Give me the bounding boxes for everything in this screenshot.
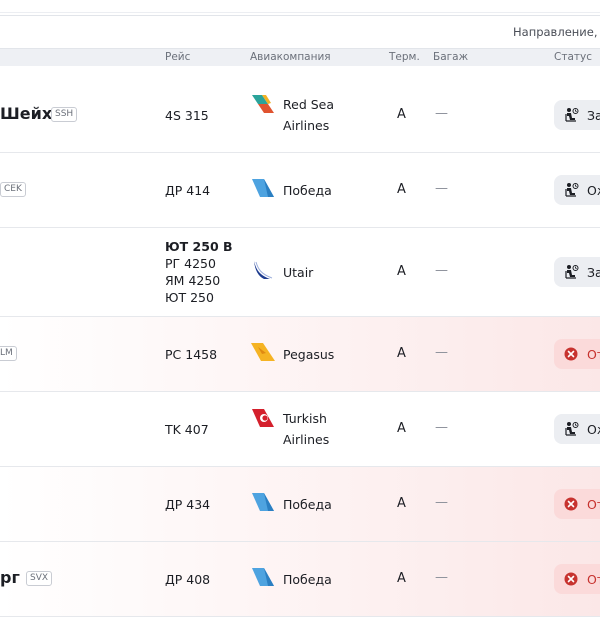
terminal: A	[397, 496, 406, 511]
status-label: За	[587, 107, 600, 123]
flight-number: ЯМ 4250	[165, 273, 221, 288]
flight-number: TK 407	[165, 421, 209, 437]
airline-name-line: Победа	[283, 182, 332, 198]
status-badge: Ож	[554, 175, 600, 205]
airline-name-line: Победа	[283, 571, 332, 587]
flight-numbers[interactable]: ДР 414	[165, 182, 210, 199]
status-badge: От	[554, 339, 600, 369]
status-label: Ож	[587, 421, 600, 437]
search-input[interactable]	[0, 15, 600, 49]
flight-numbers[interactable]: 4S 315	[165, 107, 209, 124]
flights-table: ШейхSSH 4S 315 Red Sea Airlines A — За CEK ДР 41…	[0, 78, 600, 617]
status-badge: Ож	[554, 414, 600, 444]
table-row[interactable]: TK 407 Turkish Airlines A — Ож	[0, 392, 600, 467]
cancel-circle-icon	[563, 346, 587, 362]
column-baggage: Багаж	[433, 51, 469, 63]
flight-numbers[interactable]: ЮТ 250 В РГ 4250 ЯМ 4250 ЮТ 250	[165, 238, 233, 306]
airline-name: Utair	[283, 262, 313, 283]
baggage: —	[435, 420, 448, 435]
table-row[interactable]: ШейхSSH 4S 315 Red Sea Airlines A — За	[0, 78, 600, 153]
airport-code-badge: SSH	[51, 107, 78, 122]
pegasus-logo	[250, 341, 276, 363]
status-badge: За	[554, 100, 600, 130]
airline-name-line: Airlines	[283, 432, 330, 447]
airline-name-line: Pegasus	[283, 346, 335, 362]
top-navigation	[0, 0, 600, 13]
airline-name: Победа	[283, 494, 332, 515]
terminal: A	[397, 182, 406, 197]
flight-number: ДР 414	[165, 182, 211, 198]
baggage: —	[435, 106, 448, 121]
flight-numbers[interactable]: PC 1458	[165, 346, 217, 363]
airline-name-line: Utair	[283, 264, 314, 280]
table-header: Рейс Авиакомпания Терм. Багаж Статус	[0, 49, 600, 66]
cancel-circle-icon	[563, 496, 587, 512]
terminal: A	[397, 107, 406, 122]
flight-numbers[interactable]: ДР 434	[165, 496, 210, 513]
table-row[interactable]: рг SVX ДР 408 Победа A — От	[0, 542, 600, 617]
turkish-airlines-logo	[250, 407, 276, 429]
flight-number: PC 1458	[165, 346, 218, 362]
status-label: От	[587, 346, 600, 362]
baggage: —	[435, 570, 448, 585]
status-label: Ож	[587, 182, 600, 198]
destination-city: Шейх	[0, 104, 53, 123]
table-row[interactable]: LM PC 1458 Pegasus A — От	[0, 317, 600, 392]
flight-numbers[interactable]: ДР 408	[165, 571, 210, 588]
terminal: A	[397, 421, 406, 436]
airport-code-badge: LM	[0, 346, 17, 361]
airline-name: Pegasus	[283, 344, 334, 365]
status-label: От	[587, 571, 600, 587]
table-row[interactable]: ДР 434 Победа A — От	[0, 467, 600, 542]
pobeda-logo	[250, 491, 276, 513]
flight-number: ЮТ 250	[165, 290, 214, 305]
terminal: A	[397, 571, 406, 586]
destination-city: рг	[0, 568, 20, 587]
airline-name-line: Turkish	[283, 411, 327, 426]
baggage: —	[435, 263, 448, 278]
waiting-passenger-icon	[563, 182, 587, 198]
waiting-passenger-icon	[563, 421, 587, 437]
status-badge: От	[554, 489, 600, 519]
table-row[interactable]: ЮТ 250 В РГ 4250 ЯМ 4250 ЮТ 250 Utair A — За	[0, 228, 600, 317]
column-terminal: Терм.	[389, 51, 420, 63]
search-placeholder: Направление, но	[513, 25, 600, 39]
pobeda-logo	[250, 177, 276, 199]
waiting-passenger-icon	[563, 107, 587, 123]
airline-name-line: Airlines	[283, 118, 330, 133]
terminal: A	[397, 264, 406, 279]
airline-name-line: Победа	[283, 496, 332, 512]
baggage: —	[435, 495, 448, 510]
baggage: —	[435, 345, 448, 360]
pobeda-logo	[250, 566, 276, 588]
flight-numbers[interactable]: TK 407	[165, 421, 209, 438]
red-sea-airlines-logo	[250, 93, 276, 115]
airport-code-badge: CEK	[0, 182, 26, 197]
column-flight: Рейс	[165, 51, 191, 63]
airport-code-badge: SVX	[26, 571, 53, 586]
status-badge: За	[554, 257, 600, 287]
status-label: От	[587, 496, 600, 512]
airline-name: Red Sea Airlines	[283, 94, 334, 136]
utair-logo	[250, 259, 276, 281]
airline-name: Победа	[283, 569, 332, 590]
baggage: —	[435, 181, 448, 196]
status-label: За	[587, 264, 600, 280]
flight-number: ДР 408	[165, 571, 211, 587]
column-status: Статус	[554, 51, 592, 63]
column-airline: Авиакомпания	[250, 51, 331, 63]
flight-number: ДР 434	[165, 496, 211, 512]
airline-name: Turkish Airlines	[283, 408, 329, 450]
table-row[interactable]: CEK ДР 414 Победа A — Ож	[0, 153, 600, 228]
airline-name: Победа	[283, 180, 332, 201]
flight-number: 4S 315	[165, 107, 209, 123]
waiting-passenger-icon	[563, 264, 587, 280]
cancel-circle-icon	[563, 571, 587, 587]
status-badge: От	[554, 564, 600, 594]
flight-number: ЮТ 250 В	[165, 239, 233, 254]
airline-name-line: Red Sea	[283, 97, 335, 112]
terminal: A	[397, 346, 406, 361]
flight-number: РГ 4250	[165, 256, 216, 271]
search-bar: Направление, но	[0, 13, 600, 49]
